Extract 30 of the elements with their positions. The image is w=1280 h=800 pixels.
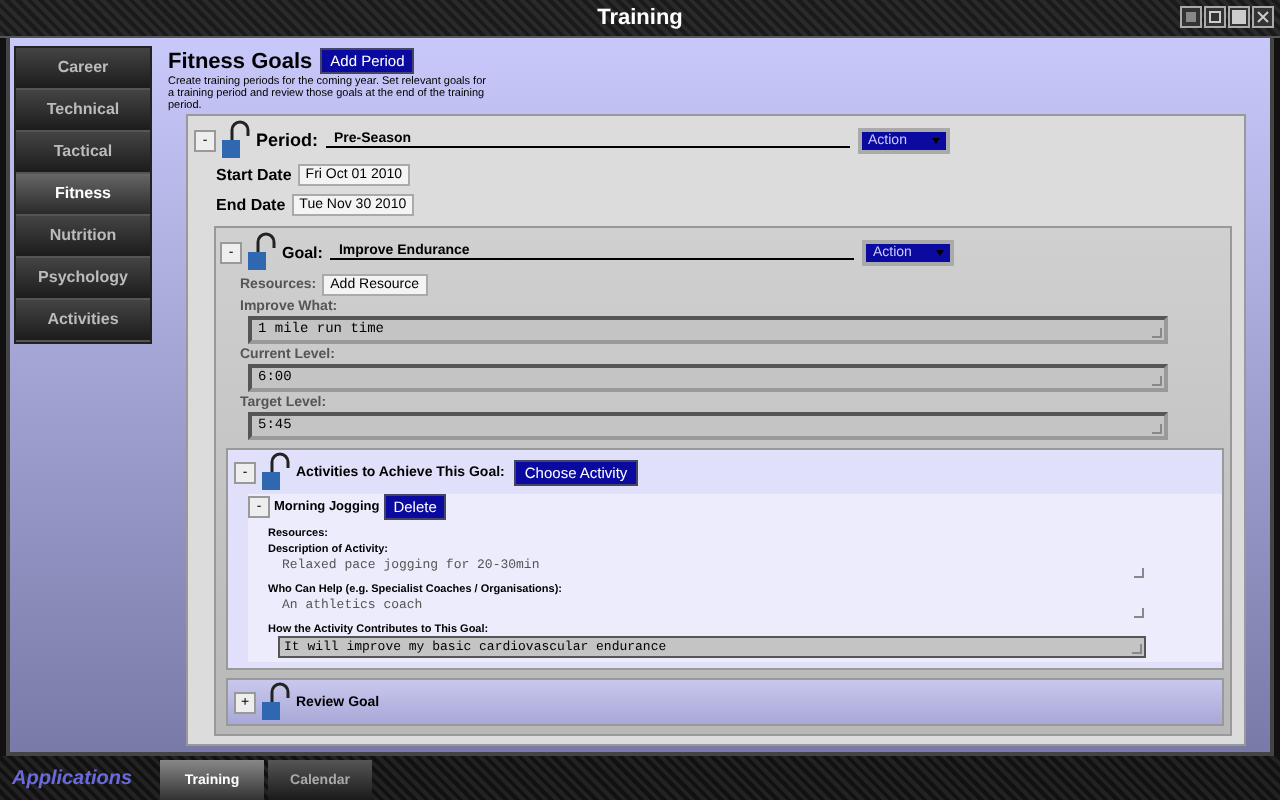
sidebar-item[interactable]: Tactical xyxy=(16,132,150,174)
sidebar-item[interactable]: Career xyxy=(16,48,150,90)
padlock-icon xyxy=(246,232,278,272)
maximize-icon[interactable] xyxy=(1228,6,1250,28)
close-icon[interactable] xyxy=(1252,6,1274,28)
page-heading: Fitness Goals xyxy=(168,49,313,73)
resize-grip-icon[interactable] xyxy=(1152,424,1162,434)
resize-grip-icon[interactable] xyxy=(1152,328,1162,338)
start-date-label: Start Date xyxy=(216,166,292,184)
resize-grip-icon[interactable] xyxy=(1152,376,1162,386)
padlock-icon xyxy=(260,682,292,722)
minimize-icon[interactable] xyxy=(1180,6,1202,28)
window-title: Training xyxy=(597,6,683,30)
period-label: Period: xyxy=(256,130,319,150)
restore-icon[interactable] xyxy=(1204,6,1226,28)
sidebar-item[interactable]: Nutrition xyxy=(16,216,150,258)
sidebar-item[interactable]: Psychology xyxy=(16,258,150,300)
resize-grip-icon[interactable] xyxy=(1132,644,1142,654)
end-date-label: End Date xyxy=(216,196,286,214)
applications-label: Applications xyxy=(10,767,135,789)
caret-icon xyxy=(932,137,941,143)
sidebar-item[interactable]: Fitness xyxy=(16,174,150,216)
resize-grip-icon[interactable] xyxy=(1134,568,1144,578)
goal-label: Goal: xyxy=(282,243,323,261)
sidebar-item[interactable]: Activities xyxy=(16,300,150,342)
resize-grip-icon[interactable] xyxy=(1134,608,1144,618)
sidebar-item[interactable]: Technical xyxy=(16,90,150,132)
padlock-icon xyxy=(220,120,252,160)
caret-icon xyxy=(936,249,945,255)
padlock-icon xyxy=(260,452,292,492)
